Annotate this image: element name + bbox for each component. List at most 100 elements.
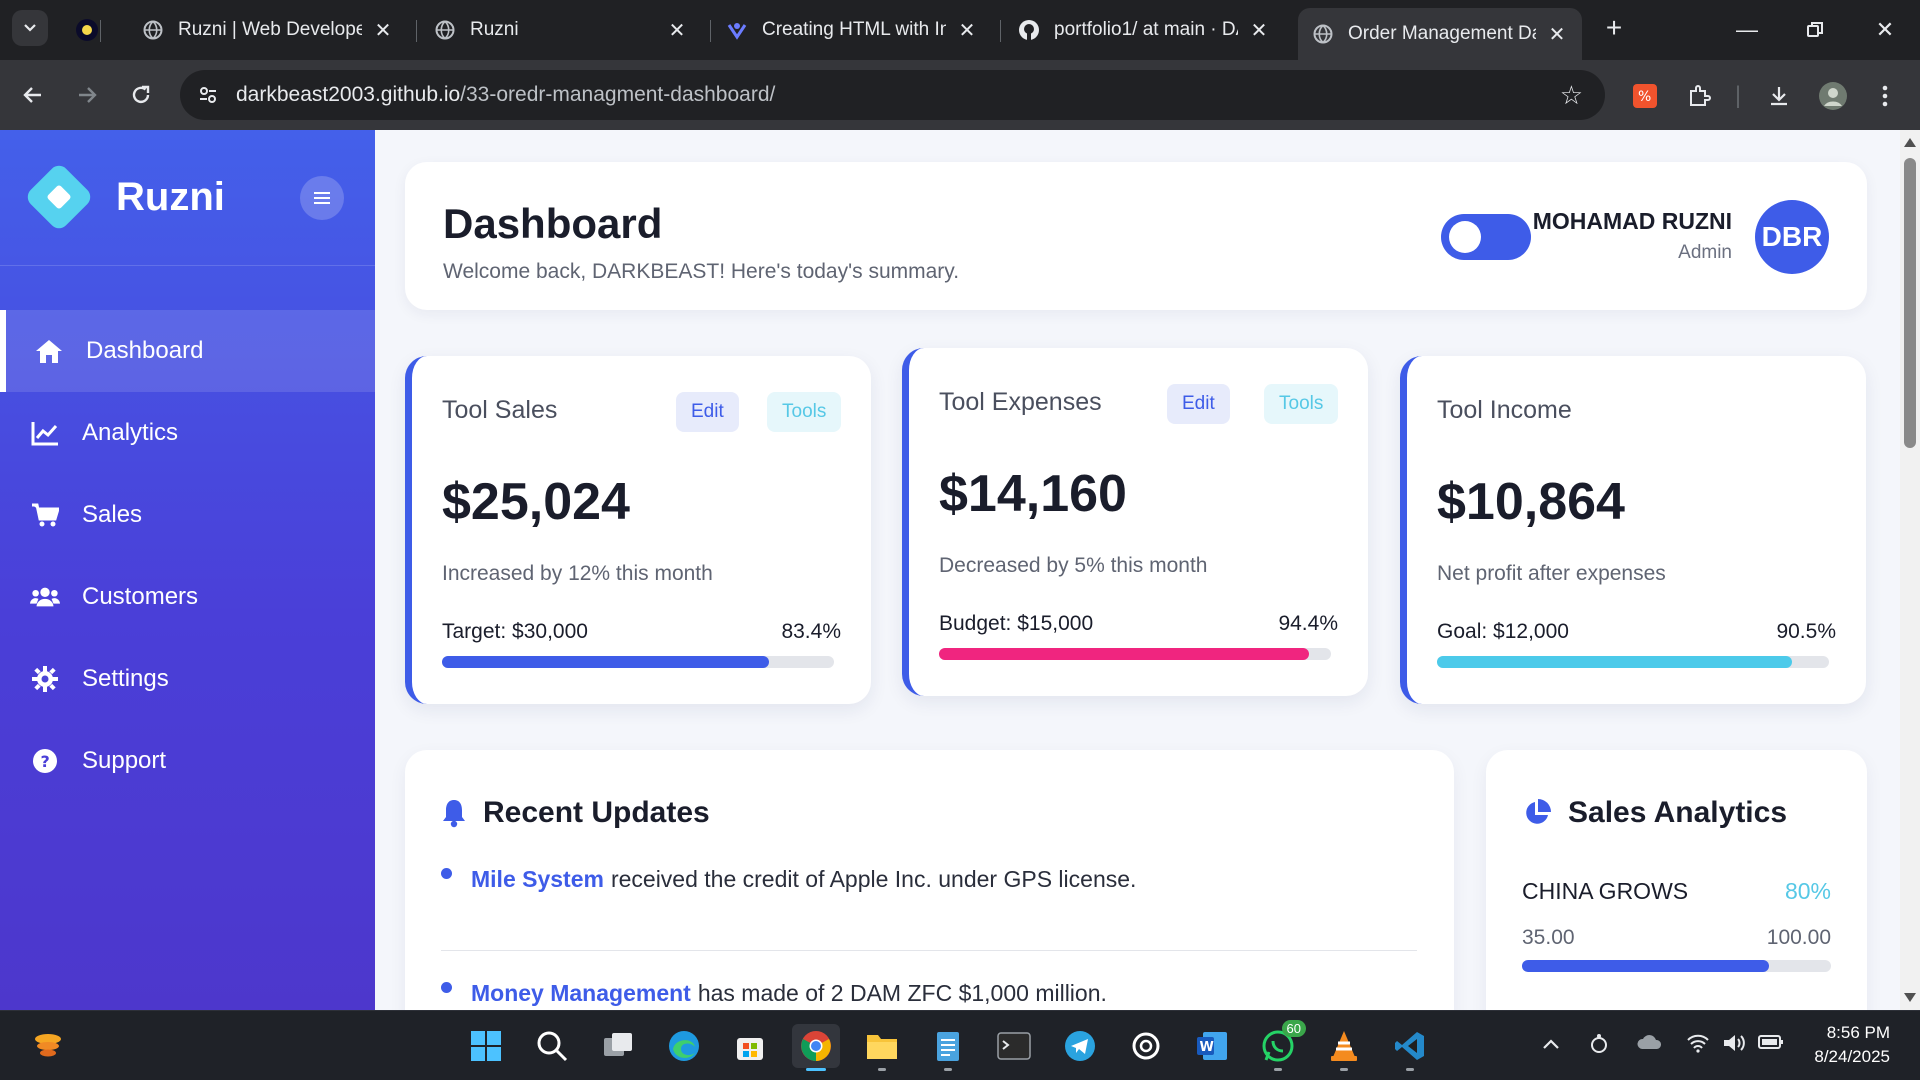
terminal-icon[interactable] [990,1024,1038,1068]
search-icon[interactable] [528,1024,576,1068]
close-tab-icon[interactable]: ✕ [1546,22,1568,47]
update-text: received the credit of Apple Inc. under … [610,866,1137,892]
scroll-up-arrow-icon[interactable] [1904,138,1916,147]
tab-search-button[interactable] [12,10,48,46]
analytics-percent: 80% [1784,878,1831,904]
sidebar-item-settings[interactable]: Settings [0,638,375,720]
show-hidden-icons-chevron-icon[interactable] [1542,1033,1560,1056]
brand[interactable]: Ruzni [22,160,225,234]
new-tab-button[interactable]: + [1598,12,1630,44]
close-window-button[interactable]: ✕ [1860,10,1910,50]
tools-button[interactable]: Tools [1264,384,1339,424]
system-clock[interactable]: 8:56 PM 8/24/2025 [1814,1021,1890,1069]
extensions-puzzle-icon[interactable] [1682,80,1716,112]
word-icon[interactable]: W [1188,1024,1236,1068]
user-name: MOHAMAD RUZNI [1532,208,1732,234]
github-icon [1018,19,1040,41]
site-info-icon[interactable] [180,85,236,105]
forward-button[interactable] [68,76,106,114]
stat-title: Tool Expenses [939,388,1102,416]
recent-updates-heading: Recent Updates [441,796,710,830]
onedrive-cloud-icon[interactable] [1636,1033,1662,1057]
wifi-icon[interactable] [1686,1033,1710,1059]
whatsapp-icon[interactable]: 60 [1254,1020,1306,1071]
edit-button[interactable]: Edit [676,392,739,432]
page-title: Dashboard [443,200,663,247]
sidebar-item-analytics[interactable]: Analytics [0,392,375,474]
update-highlight-link[interactable]: Money Management [471,980,691,1007]
tools-button[interactable]: Tools [767,392,842,432]
bookmark-star-icon[interactable]: ☆ [1560,80,1583,111]
edit-button[interactable]: Edit [1167,384,1230,424]
page-viewport: Ruzni Dashboard Analytics Sales Customer… [0,130,1920,1010]
close-tab-icon[interactable]: ✕ [666,18,688,43]
minimize-window-button[interactable]: — [1722,10,1772,50]
tab-ruzni-web-developer[interactable]: Ruzni | Web Developer ✕ [128,8,408,52]
close-tab-icon[interactable]: ✕ [372,18,394,43]
sidebar-item-sales[interactable]: Sales [0,474,375,556]
chrome-icon[interactable] [792,1024,840,1071]
profile-avatar-icon[interactable] [1816,80,1850,112]
file-explorer-icon[interactable] [858,1024,906,1071]
address-bar[interactable]: darkbeast2003.github.io/33-oredr-managme… [180,70,1605,120]
scroll-down-arrow-icon[interactable] [1904,993,1916,1002]
tab-ruzni[interactable]: Ruzni ✕ [420,8,702,52]
start-windows-icon[interactable] [462,1024,510,1068]
telegram-icon[interactable] [1056,1024,1104,1068]
download-icon[interactable] [1762,80,1796,112]
page-scrollbar[interactable] [1900,130,1920,1010]
tab-pinned[interactable] [62,8,120,52]
progress-fill [1522,960,1770,972]
copilot-tray-icon[interactable] [1588,1033,1610,1061]
volume-icon[interactable] [1722,1033,1746,1059]
vscode-icon[interactable] [1386,1024,1434,1071]
sidebar-item-label: Dashboard [86,337,204,364]
svg-text:%: % [1638,89,1651,105]
sidebar-item-label: Sales [82,501,143,528]
notepad-icon[interactable] [924,1024,972,1071]
analytics-label: CHINA GROWS [1522,878,1689,904]
scroll-thumb[interactable] [1904,158,1916,448]
reload-button[interactable] [122,76,160,114]
progress-track [442,656,834,668]
task-view-icon[interactable] [594,1024,642,1068]
sidebar-item-dashboard[interactable]: Dashboard [0,310,375,392]
avatar[interactable]: DBR [1755,200,1829,274]
menu-toggle-button[interactable] [300,176,344,220]
close-tab-icon[interactable]: ✕ [1248,18,1270,43]
tab-creating-html[interactable]: Creating HTML with Inn ✕ [712,8,992,52]
logo-diamond-icon [22,160,96,234]
progress-track [1522,960,1831,972]
translate-extension-icon[interactable]: % [1628,80,1662,112]
tab-github-portfolio[interactable]: portfolio1/ at main · DA ✕ [1004,8,1284,52]
chatgpt-icon[interactable] [1122,1024,1170,1068]
arrow-right-icon [79,87,97,103]
stat-value: $14,160 [939,465,1127,523]
brand-name: Ruzni [116,174,225,219]
battery-icon[interactable] [1758,1033,1784,1056]
sidebar-item-support[interactable]: ? Support [0,720,375,802]
restore-window-button[interactable] [1790,10,1840,50]
restore-icon [1807,22,1823,37]
theme-toggle[interactable] [1441,214,1531,260]
chart-line-icon [30,418,60,448]
tab-order-management-active[interactable]: Order Management Da ✕ [1298,8,1582,60]
progress-fill [1437,656,1792,668]
widgets-icon[interactable] [24,1024,72,1068]
stat-description: Net profit after expenses [1437,562,1666,585]
browser-menu-icon[interactable] [1868,80,1902,112]
stat-target: Goal: $12,000 [1437,620,1569,643]
back-button[interactable] [14,76,52,114]
vlc-icon[interactable] [1320,1024,1368,1071]
tab-favicon-icon [76,19,98,41]
update-highlight-link[interactable]: Mile System [471,866,604,893]
bell-icon [441,798,467,828]
main-content: Dashboard Welcome back, DARKBEAST! Here'… [375,130,1900,1010]
microsoft-store-icon[interactable] [726,1024,774,1068]
sidebar-item-customers[interactable]: Customers [0,556,375,638]
pie-chart-icon [1522,798,1552,828]
sidebar-item-label: Support [82,747,167,774]
close-tab-icon[interactable]: ✕ [956,18,978,43]
edge-browser-icon[interactable] [660,1024,708,1068]
stat-card-expenses: Tool Expenses Edit Tools $14,160 Decreas… [902,348,1368,696]
